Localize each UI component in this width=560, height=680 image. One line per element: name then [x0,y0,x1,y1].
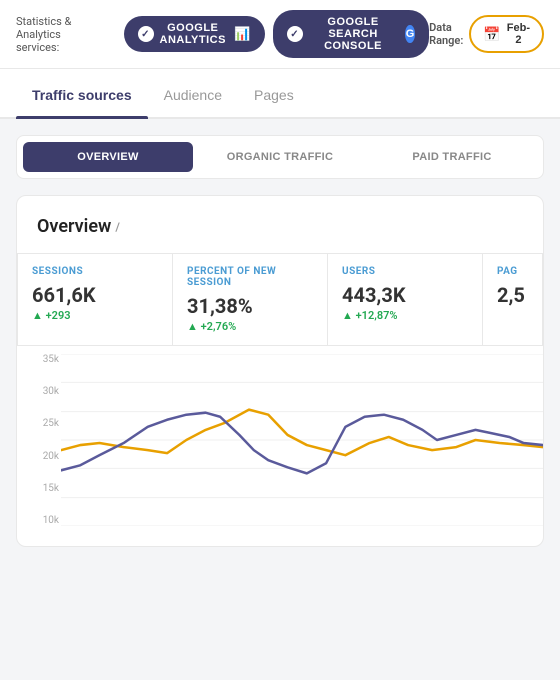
ga-label: GOOGLE ANALYTICS [160,22,226,46]
google-analytics-button[interactable]: GOOGLE ANALYTICS 📊 [124,16,265,52]
pages-value: 2,5 [497,283,528,307]
overview-card: Overview / SESSIONS 661,6K ▲ +293 PERCEN… [16,195,544,547]
gsc-label: GOOGLE SEARCH CONSOLE [309,16,398,52]
sessions-change: ▲ +293 [32,309,158,322]
y-label-15k: 15k [21,483,59,494]
tab-pages[interactable]: Pages [238,69,310,117]
new-session-value: 31,38% [187,294,313,318]
chart-area: 35k 30k 25k 20k 15k 10k [17,346,543,546]
overview-title: Overview / [37,216,523,237]
sub-tabs: OVERVIEW ORGANIC TRAFFIC PAID TRAFFIC [16,135,544,179]
top-bar: Statistics & Analytics services: GOOGLE … [0,0,560,69]
gsc-check-icon [287,26,303,42]
new-session-change: ▲ +2,76% [187,320,313,333]
tab-traffic-sources[interactable]: Traffic sources [16,69,148,117]
calendar-icon: 📅 [483,26,500,43]
subtab-organic[interactable]: ORGANIC TRAFFIC [195,142,365,172]
sessions-label: SESSIONS [32,266,158,277]
edit-icon: / [115,220,120,234]
date-value: Feb-2 [507,22,530,46]
top-info: Statistics & Analytics services: GOOGLE … [16,10,429,58]
y-label-10k: 10k [21,515,59,526]
new-session-label: PERCENT OF NEW SESSION [187,266,313,288]
y-label-30k: 30k [21,386,59,397]
chart-svg [61,354,543,526]
gsc-g-icon: G [405,25,415,43]
sessions-change-arrow: ▲ [32,309,46,322]
users-value: 443,3K [342,283,468,307]
subtab-overview[interactable]: OVERVIEW [23,142,193,172]
users-label: USERS [342,266,468,277]
google-search-console-button[interactable]: GOOGLE SEARCH CONSOLE G [273,10,429,58]
y-label-35k: 35k [21,354,59,365]
metric-new-session: PERCENT OF NEW SESSION 31,38% ▲ +2,76% [173,254,328,346]
metrics-row: SESSIONS 661,6K ▲ +293 PERCENT OF NEW SE… [17,253,543,346]
ga-check-icon [138,26,154,42]
main-content: OVERVIEW ORGANIC TRAFFIC PAID TRAFFIC Ov… [0,119,560,563]
services-area: Statistics & Analytics services: GOOGLE … [16,10,429,58]
tab-audience[interactable]: Audience [148,69,238,117]
metric-pages: PAG 2,5 [483,254,543,346]
date-range-button[interactable]: 📅 Feb-2 [469,15,544,53]
date-range-label: Data Range: [429,21,463,47]
users-change: ▲ +12,87% [342,309,468,322]
metric-users: USERS 443,3K ▲ +12,87% [328,254,483,346]
ga-bar-icon: 📊 [234,26,251,42]
new-session-arrow: ▲ [187,320,201,333]
subtab-paid[interactable]: PAID TRAFFIC [367,142,537,172]
services-label: Statistics & Analytics services: [16,15,106,54]
users-arrow: ▲ [342,309,356,322]
metric-sessions: SESSIONS 661,6K ▲ +293 [18,254,173,346]
sessions-value: 661,6K [32,283,158,307]
y-label-20k: 20k [21,451,59,462]
nav-tabs: Traffic sources Audience Pages [0,69,560,119]
date-range-area: Data Range: 📅 Feb-2 [429,15,544,53]
chart-y-labels: 35k 30k 25k 20k 15k 10k [17,346,61,546]
pages-label: PAG [497,266,528,277]
y-label-25k: 25k [21,418,59,429]
